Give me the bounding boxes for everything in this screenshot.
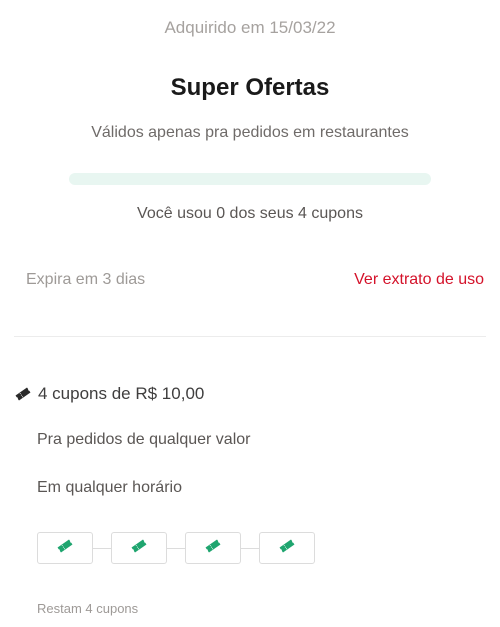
ticket-icon [130, 539, 148, 558]
divider [14, 336, 486, 337]
ticket-icon [278, 539, 296, 558]
usage-progress-bar [69, 173, 431, 185]
slot-connector [241, 547, 259, 549]
page-title: Super Ofertas [170, 74, 330, 101]
ticket-icon [14, 387, 32, 401]
usage-text: Você usou 0 dos seus 4 cupons [137, 205, 363, 222]
coupon-heading-label: 4 cupons de R$ 10,00 [38, 384, 205, 403]
remaining-coupons: Restam 4 cupons [37, 601, 139, 616]
acquired-date: Adquirido em 15/03/22 [164, 18, 336, 37]
coupon-slots [37, 532, 315, 564]
coupon-slot-1 [37, 532, 93, 564]
slot-connector [167, 547, 185, 549]
expiration-text: Expira em 3 dias [26, 271, 146, 288]
ticket-icon [56, 539, 74, 558]
coupon-heading: 4 cupons de R$ 10,00 [14, 384, 204, 404]
coupon-slot-4 [259, 532, 315, 564]
condition-time: Em qualquer horário [37, 479, 182, 496]
page-subtitle: Válidos apenas pra pedidos em restaurant… [91, 124, 409, 141]
coupon-slot-3 [185, 532, 241, 564]
slot-connector [93, 547, 111, 549]
ticket-icon [204, 539, 222, 558]
condition-value: Pra pedidos de qualquer valor [37, 431, 251, 448]
coupon-slot-2 [111, 532, 167, 564]
view-statement-link[interactable]: Ver extrato de uso [354, 271, 484, 289]
